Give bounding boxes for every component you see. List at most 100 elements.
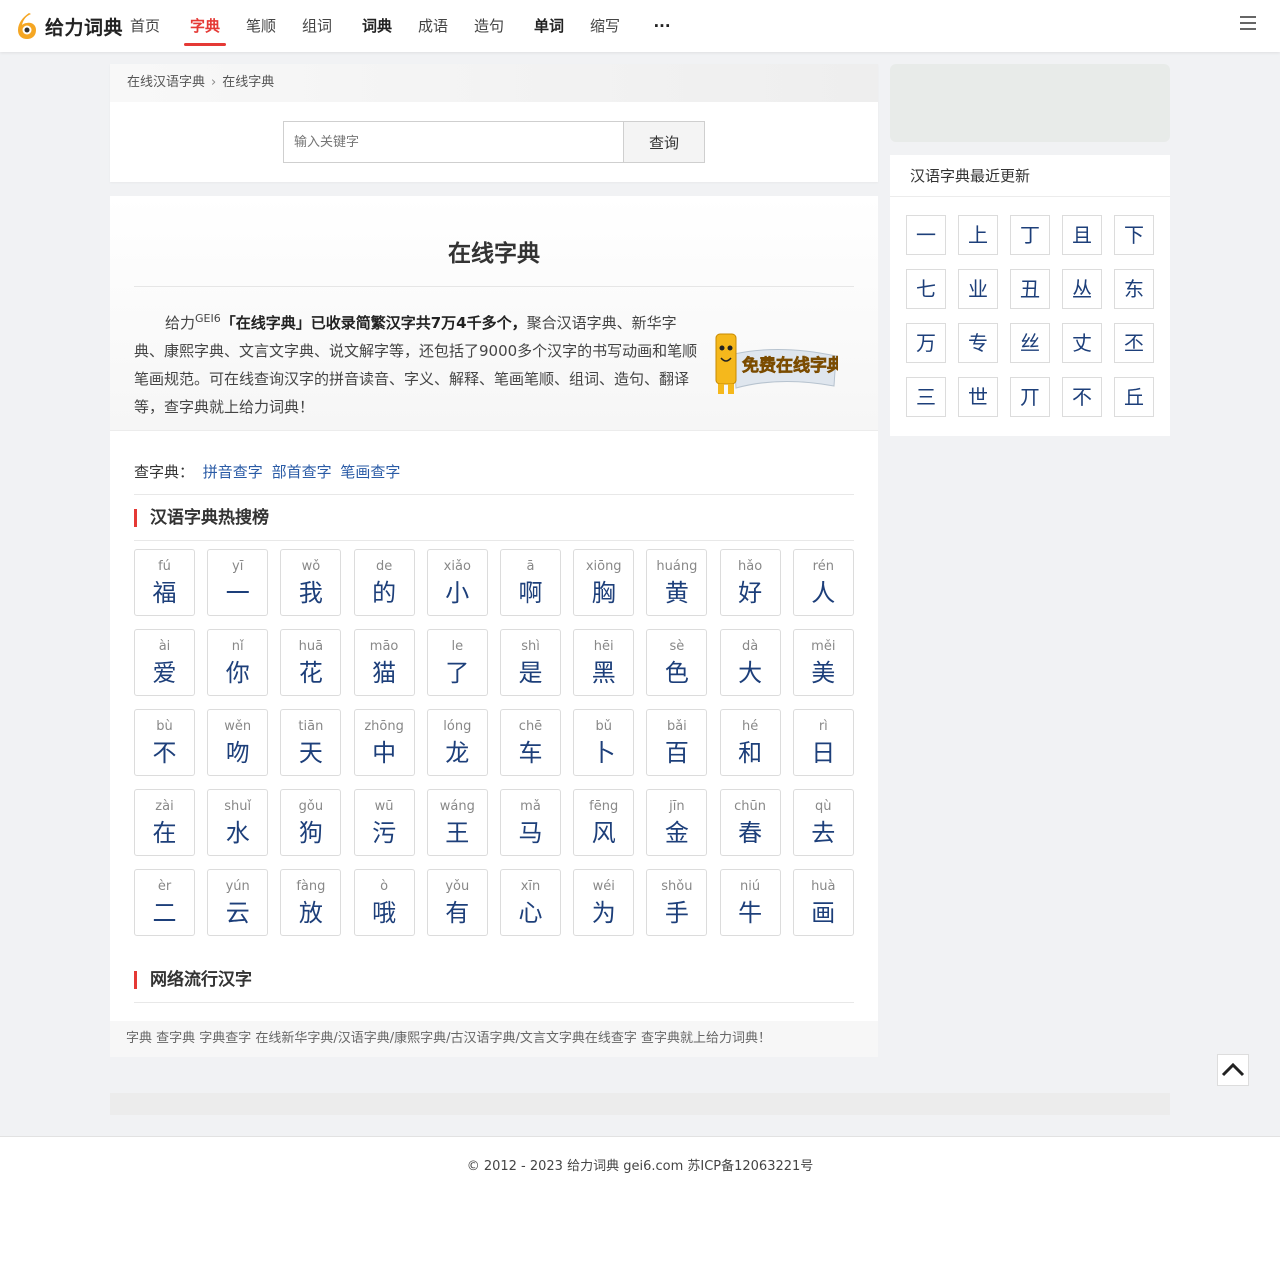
hot-char-item[interactable]: bǎi 百 — [646, 709, 708, 776]
recent-char-item[interactable]: 上 — [958, 215, 998, 255]
hot-char-item[interactable]: huà 画 — [792, 869, 854, 936]
hot-char-item[interactable]: èr 二 — [134, 869, 195, 936]
lookup-links: 查字典： 拼音查字 部首查字 笔画查字 — [134, 461, 854, 495]
hot-char-item[interactable]: bǔ 卜 — [573, 709, 635, 776]
hot-char-item[interactable]: wǒ 我 — [280, 549, 342, 616]
site-logo[interactable]: 给力词典 — [15, 10, 123, 42]
search-input[interactable] — [283, 121, 624, 163]
hot-char-item[interactable]: fàng 放 — [280, 869, 342, 936]
hot-char-item[interactable]: nǐ 你 — [207, 629, 269, 696]
nav-item-chengyu[interactable]: 成语 — [418, 0, 448, 52]
pinyin-label: shuǐ — [224, 799, 252, 814]
hot-char-item[interactable]: shuǐ 水 — [207, 789, 269, 856]
hot-char-item[interactable]: bù 不 — [134, 709, 195, 776]
hot-char-item[interactable]: rì 日 — [792, 709, 854, 776]
pinyin-label: yún — [225, 879, 250, 894]
hot-char-item[interactable]: wáng 王 — [426, 789, 488, 856]
hamburger-menu-icon[interactable] — [1240, 16, 1256, 32]
hot-char-item[interactable]: rén 人 — [792, 549, 854, 616]
hanzi-label: 有 — [445, 899, 470, 927]
recent-char-item[interactable]: 万 — [906, 323, 946, 363]
hot-char-item[interactable]: hēi 黑 — [573, 629, 635, 696]
hot-char-item[interactable]: ài 爱 — [134, 629, 195, 696]
recent-char-item[interactable]: 专 — [958, 323, 998, 363]
hot-char-item[interactable]: yún 云 — [207, 869, 269, 936]
recent-char-item[interactable]: 七 — [906, 269, 946, 309]
recent-char-item[interactable]: 丌 — [1010, 377, 1050, 417]
recent-char-item[interactable]: 丑 — [1010, 269, 1050, 309]
hot-char-item[interactable]: mǎ 马 — [500, 789, 561, 856]
hot-char-item[interactable]: māo 猫 — [353, 629, 415, 696]
recent-char-item[interactable]: 世 — [958, 377, 998, 417]
recent-char-item[interactable]: 丕 — [1114, 323, 1154, 363]
hot-char-item[interactable]: wū 污 — [353, 789, 415, 856]
pinyin-label: niú — [740, 879, 761, 894]
hot-char-item[interactable]: jīn 金 — [646, 789, 708, 856]
hot-char-item[interactable]: chē 车 — [500, 709, 561, 776]
hot-char-item[interactable]: shì 是 — [500, 629, 561, 696]
back-to-top-button[interactable] — [1217, 1054, 1249, 1086]
hot-char-item[interactable]: lóng 龙 — [426, 709, 488, 776]
hot-char-item[interactable]: měi 美 — [792, 629, 854, 696]
recent-char-item[interactable]: 丈 — [1062, 323, 1102, 363]
nav-item-cidian[interactable]: 词典 — [362, 0, 392, 52]
nav-item-zidian[interactable]: 字典 — [184, 0, 226, 52]
hanzi-label: 黄 — [664, 579, 689, 607]
hot-char-item[interactable]: huáng 黄 — [646, 549, 708, 616]
recent-char-item[interactable]: 丝 — [1010, 323, 1050, 363]
breadcrumb-root-link[interactable]: 在线汉语字典 — [127, 75, 205, 90]
pinyin-label: chē — [518, 719, 543, 734]
hot-char-item[interactable]: fú 福 — [134, 549, 195, 616]
hot-char-item[interactable]: le 了 — [426, 629, 488, 696]
hanzi-label: 的 — [372, 579, 397, 607]
radical-lookup-link[interactable]: 部首查字 — [272, 463, 332, 481]
hot-char-item[interactable]: zài 在 — [134, 789, 195, 856]
hot-char-item[interactable]: xiōng 胸 — [573, 549, 635, 616]
hot-char-item[interactable]: qù 去 — [792, 789, 854, 856]
hot-char-item[interactable]: wěn 吻 — [207, 709, 269, 776]
recent-char-item[interactable]: 丘 — [1114, 377, 1154, 417]
hot-char-item[interactable]: ò哦 — [353, 869, 415, 936]
pinyin-lookup-link[interactable]: 拼音查字 — [203, 463, 263, 481]
nav-item-suoxie[interactable]: 缩写 — [590, 0, 620, 52]
hot-char-item[interactable]: shǒu 手 — [646, 869, 708, 936]
nav-item-zuci[interactable]: 组词 — [302, 0, 332, 52]
hot-char-item[interactable]: tiān 天 — [280, 709, 342, 776]
pinyin-label: bù — [156, 719, 173, 734]
hot-char-item[interactable]: sè 色 — [646, 629, 708, 696]
recent-char-item[interactable]: 一 — [906, 215, 946, 255]
recent-char-item[interactable]: 东 — [1114, 269, 1154, 309]
search-panel: 在线汉语字典 › 在线字典 查询 — [110, 64, 878, 182]
hot-char-item[interactable]: hǎo 好 — [719, 549, 781, 616]
hot-char-item[interactable]: huā 花 — [280, 629, 342, 696]
hot-char-item[interactable]: hé 和 — [719, 709, 781, 776]
recent-char-item[interactable]: 丁 — [1010, 215, 1050, 255]
hot-char-item[interactable]: fēng 风 — [573, 789, 635, 856]
recent-char-item[interactable]: 三 — [906, 377, 946, 417]
search-button[interactable]: 查询 — [623, 121, 705, 163]
recent-char-item[interactable]: 丛 — [1062, 269, 1102, 309]
recent-char-item[interactable]: 业 — [958, 269, 998, 309]
nav-item-home[interactable]: 首页 — [130, 0, 160, 52]
hot-char-item[interactable]: xiǎo 小 — [426, 549, 488, 616]
hot-char-item[interactable]: xīn 心 — [500, 869, 561, 936]
hot-char-item[interactable]: niú 牛 — [719, 869, 781, 936]
recent-char-item[interactable]: 且 — [1062, 215, 1102, 255]
hot-char-item[interactable]: wéi 为 — [573, 869, 635, 936]
hanzi-label: 王 — [445, 819, 470, 847]
hot-char-item[interactable]: yǒu 有 — [426, 869, 488, 936]
hot-char-item[interactable]: yī 一 — [207, 549, 269, 616]
recent-char-item[interactable]: 下 — [1114, 215, 1154, 255]
hot-char-item[interactable]: dà 大 — [719, 629, 781, 696]
hot-char-item[interactable]: de 的 — [353, 549, 415, 616]
stroke-lookup-link[interactable]: 笔画查字 — [340, 463, 400, 481]
hot-char-item[interactable]: gǒu 狗 — [280, 789, 342, 856]
hot-char-item[interactable]: ā啊 — [500, 549, 561, 616]
recent-char-item[interactable]: 不 — [1062, 377, 1102, 417]
nav-item-zaoju[interactable]: 造句 — [474, 0, 504, 52]
nav-item-bishun[interactable]: 笔顺 — [246, 0, 276, 52]
hot-char-item[interactable]: zhōng 中 — [353, 709, 415, 776]
nav-item-danci[interactable]: 单词 — [534, 0, 564, 52]
nav-more-button[interactable]: ··· — [650, 0, 674, 52]
hot-char-item[interactable]: chūn 春 — [719, 789, 781, 856]
